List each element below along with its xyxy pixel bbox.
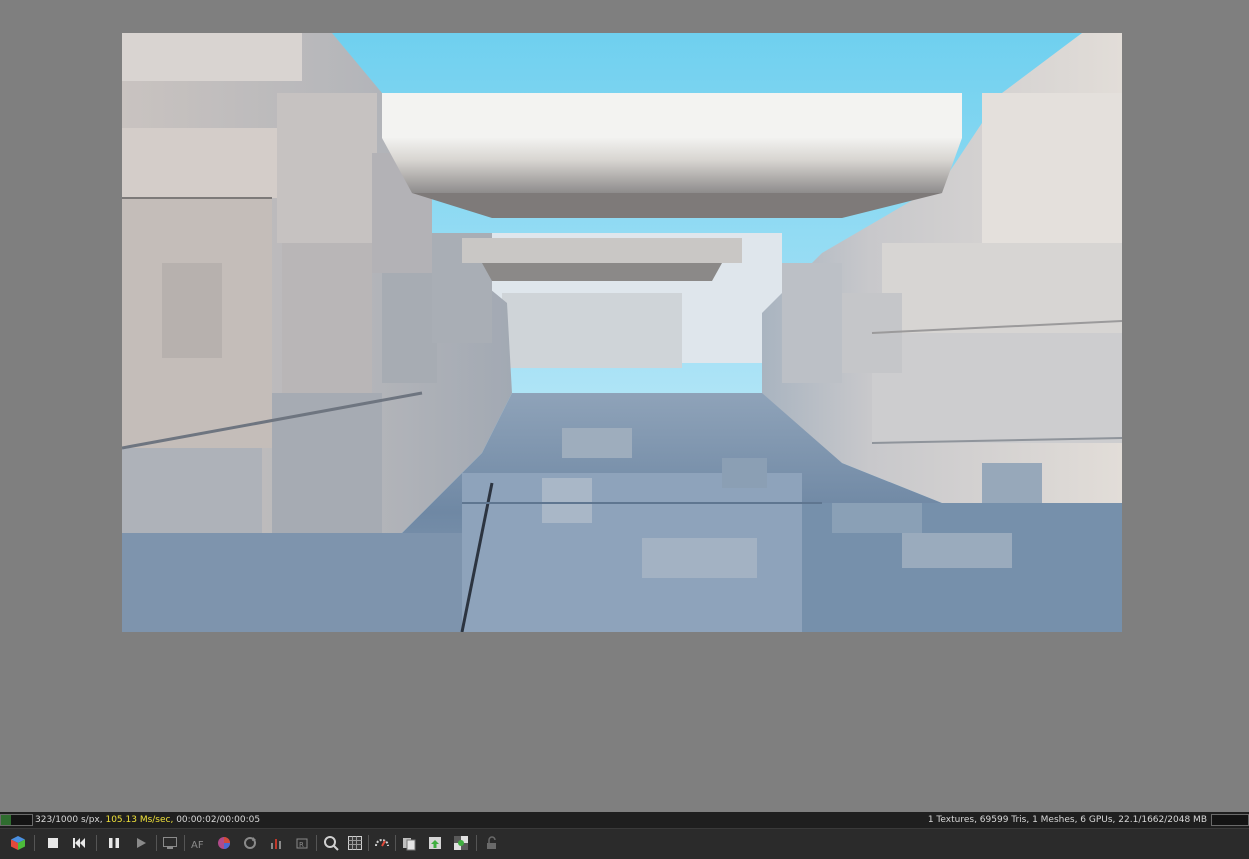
- render-progress-bar: [0, 814, 33, 826]
- stop-icon[interactable]: [43, 833, 63, 853]
- scene-stats: 1 Textures, 69599 Tris, 1 Meshes, 6 GPUs…: [927, 815, 1207, 825]
- svg-text:R: R: [299, 841, 304, 849]
- toolbar-separator: [156, 835, 157, 851]
- toolbar-separator: [316, 835, 317, 851]
- copy-icon[interactable]: [399, 833, 419, 853]
- toolbar-separator: [476, 835, 477, 851]
- color-wheel-icon[interactable]: [214, 833, 234, 853]
- region-icon[interactable]: R: [292, 833, 312, 853]
- levels-icon[interactable]: [266, 833, 286, 853]
- checker-icon[interactable]: [451, 833, 471, 853]
- cube-icon[interactable]: [8, 833, 28, 853]
- gauge-icon[interactable]: [372, 833, 392, 853]
- play-icon[interactable]: [131, 833, 151, 853]
- toolbar-separator: [395, 835, 396, 851]
- toolbar-separator: [368, 835, 369, 851]
- af-label: AF: [191, 840, 204, 850]
- zoom-icon[interactable]: [321, 833, 341, 853]
- toolbar-separator: [184, 835, 185, 851]
- render-image[interactable]: [122, 33, 1122, 632]
- render-progress-fill: [1, 815, 11, 825]
- lock-icon[interactable]: [481, 833, 501, 853]
- time-text: 00:00:02/00:00:05: [173, 815, 261, 825]
- save-icon[interactable]: [425, 833, 445, 853]
- samples-text: 323/1000 s/px,: [35, 815, 106, 825]
- render-stats: 323/1000 s/px, 105.13 Ms/sec, 00:00:02/0…: [35, 812, 260, 828]
- toolbar-separator: [34, 835, 35, 851]
- restart-icon[interactable]: [69, 833, 89, 853]
- speed-text: 105.13 Ms/sec,: [105, 815, 174, 825]
- af-icon[interactable]: AF: [188, 833, 208, 853]
- render-toolbar: AF R: [0, 828, 1249, 859]
- rendered-canyon-scene: [122, 33, 1122, 632]
- toolbar-separator: [96, 835, 97, 851]
- status-bar: 323/1000 s/px, 105.13 Ms/sec, 00:00:02/0…: [0, 812, 1249, 828]
- memory-bar: [1211, 814, 1249, 826]
- render-viewport[interactable]: [0, 0, 1249, 812]
- grid-icon[interactable]: [345, 833, 365, 853]
- refresh-icon[interactable]: [240, 833, 260, 853]
- pause-icon[interactable]: [104, 833, 124, 853]
- display-icon[interactable]: [160, 833, 180, 853]
